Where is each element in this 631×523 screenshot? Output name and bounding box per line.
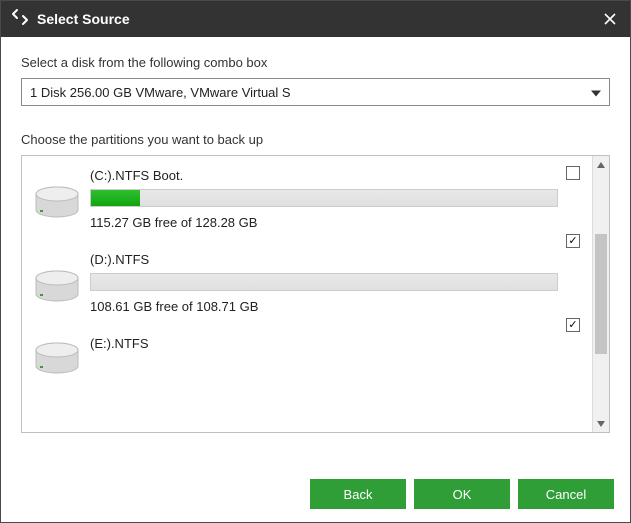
usage-bar xyxy=(90,273,558,291)
choose-partitions-label: Choose the partitions you want to back u… xyxy=(21,132,610,147)
partition-checkbox[interactable]: ✓ xyxy=(566,318,580,332)
partition-body: (C:).NTFS Boot. 115.27 GB free of 128.28 … xyxy=(90,168,582,230)
disk-combobox[interactable]: 1 Disk 256.00 GB VMware, VMware Virtual … xyxy=(21,78,610,106)
partition-name: (E:).NTFS xyxy=(90,336,558,351)
disk-icon xyxy=(34,342,82,381)
combo-selected-text: 1 Disk 256.00 GB VMware, VMware Virtual … xyxy=(30,85,291,100)
partition-checkbox[interactable] xyxy=(566,166,580,180)
back-button[interactable]: Back xyxy=(310,479,406,509)
close-icon xyxy=(603,12,617,26)
partition-row: (E:).NTFS✓ xyxy=(22,326,592,381)
disk-icon xyxy=(34,186,82,225)
scroll-up-arrow[interactable] xyxy=(593,156,609,173)
scroll-thumb[interactable] xyxy=(595,234,607,354)
partition-free-text: 115.27 GB free of 128.28 GB xyxy=(90,215,558,230)
partition-free-text: 108.61 GB free of 108.71 GB xyxy=(90,299,558,314)
footer: Back OK Cancel xyxy=(1,466,630,522)
usage-bar xyxy=(90,189,558,207)
content-area: Select a disk from the following combo b… xyxy=(1,37,630,466)
partition-name: (D:).NTFS xyxy=(90,252,558,267)
partition-row: (C:).NTFS Boot. 115.27 GB free of 128.28 … xyxy=(22,158,592,242)
ok-button[interactable]: OK xyxy=(414,479,510,509)
partition-body: (E:).NTFS xyxy=(90,336,582,357)
title-text: Select Source xyxy=(37,11,600,27)
scroll-down-arrow[interactable] xyxy=(593,415,609,432)
partition-checkbox[interactable]: ✓ xyxy=(566,234,580,248)
partition-list: (C:).NTFS Boot. 115.27 GB free of 128.28 … xyxy=(21,155,610,433)
select-source-dialog: Select Source Select a disk from the fol… xyxy=(0,0,631,523)
titlebar: Select Source xyxy=(1,1,630,37)
close-button[interactable] xyxy=(600,9,620,29)
cancel-button[interactable]: Cancel xyxy=(518,479,614,509)
select-disk-label: Select a disk from the following combo b… xyxy=(21,55,610,70)
scrollbar[interactable] xyxy=(592,156,609,432)
partition-row: (D:).NTFS108.61 GB free of 108.71 GB✓ xyxy=(22,242,592,326)
chevron-down-icon xyxy=(591,85,601,100)
partition-body: (D:).NTFS 108.61 GB free of 108.71 GB xyxy=(90,252,582,314)
disk-icon xyxy=(34,270,82,309)
usage-bar-fill xyxy=(91,190,140,206)
partition-name: (C:).NTFS Boot. xyxy=(90,168,558,183)
partition-scroll-area: (C:).NTFS Boot. 115.27 GB free of 128.28 … xyxy=(22,156,592,432)
app-icon xyxy=(11,8,29,31)
